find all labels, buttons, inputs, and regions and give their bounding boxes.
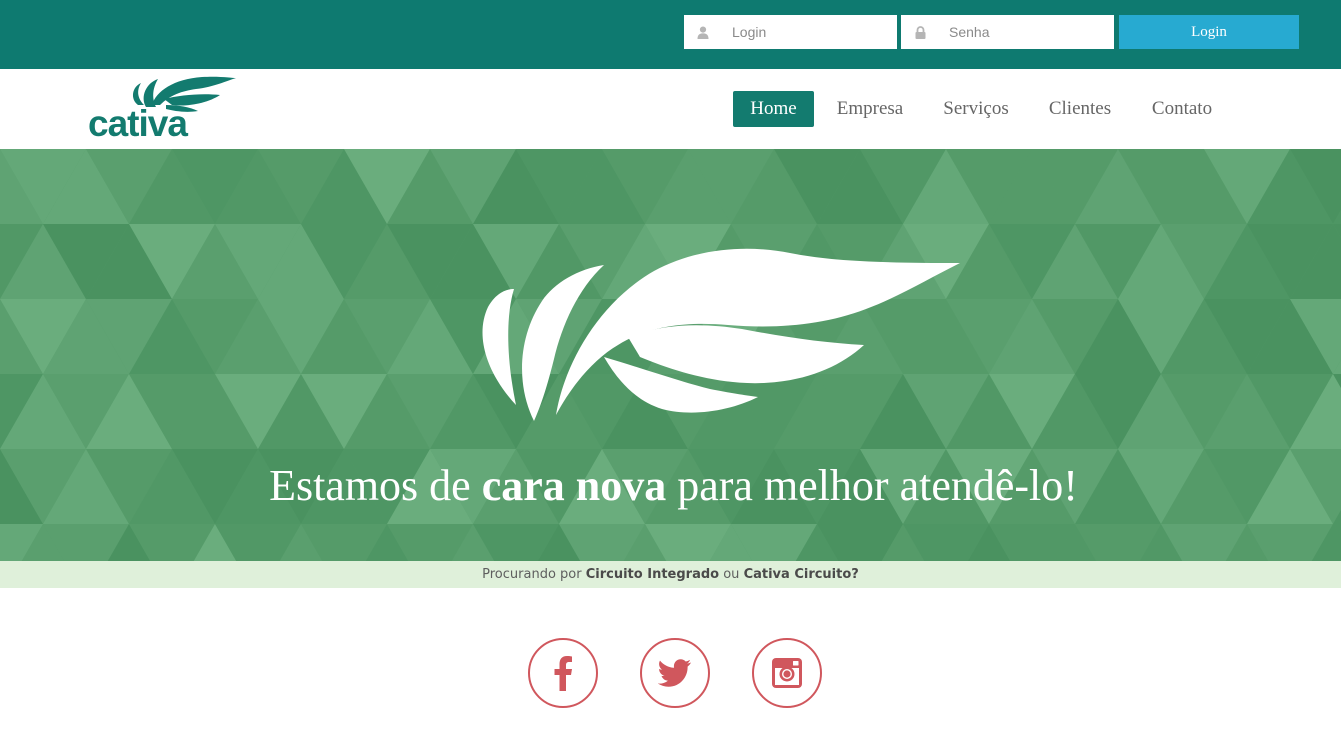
hero-heading-before: Estamos de [269, 461, 482, 510]
instagram-icon [772, 658, 802, 688]
hero-heading-after: para melhor atendê-lo! [666, 461, 1078, 510]
nav-home[interactable]: Home [733, 91, 814, 127]
strip-term-1: Circuito Integrado [585, 567, 720, 582]
search-terms-strip: Procurando por Circuito Integrado ou Cat… [0, 561, 1341, 588]
facebook-icon [554, 656, 572, 691]
strip-connector: ou [719, 567, 744, 582]
nav-empresa[interactable]: Empresa [830, 91, 910, 127]
password-input[interactable] [939, 15, 1130, 49]
strip-prefix: Procurando por [482, 567, 586, 582]
hero-heading-bold: cara nova [481, 461, 667, 510]
twitter-link[interactable] [640, 638, 710, 708]
nav-clientes[interactable]: Clientes [1042, 91, 1118, 127]
login-field[interactable] [684, 15, 913, 49]
lock-icon [901, 15, 939, 49]
nav-contato[interactable]: Contato [1144, 91, 1220, 127]
hero-heading: Estamos de cara nova para melhor atendê-… [0, 459, 1341, 513]
instagram-link[interactable] [752, 638, 822, 708]
login-button[interactable]: Login [1119, 15, 1299, 49]
user-icon [684, 15, 722, 49]
top-login-bar: Login [0, 0, 1341, 69]
hero-banner: Estamos de cara nova para melhor atendê-… [0, 149, 1341, 561]
login-input[interactable] [722, 15, 913, 49]
nav-servicos[interactable]: Serviços [936, 91, 1016, 127]
strip-term-2: Cativa Circuito? [743, 567, 859, 582]
wing-logo-icon [482, 248, 960, 421]
password-field[interactable] [901, 15, 1130, 49]
twitter-icon [658, 659, 691, 687]
facebook-link[interactable] [528, 638, 598, 708]
logo-wordmark[interactable]: cativa [88, 104, 188, 144]
